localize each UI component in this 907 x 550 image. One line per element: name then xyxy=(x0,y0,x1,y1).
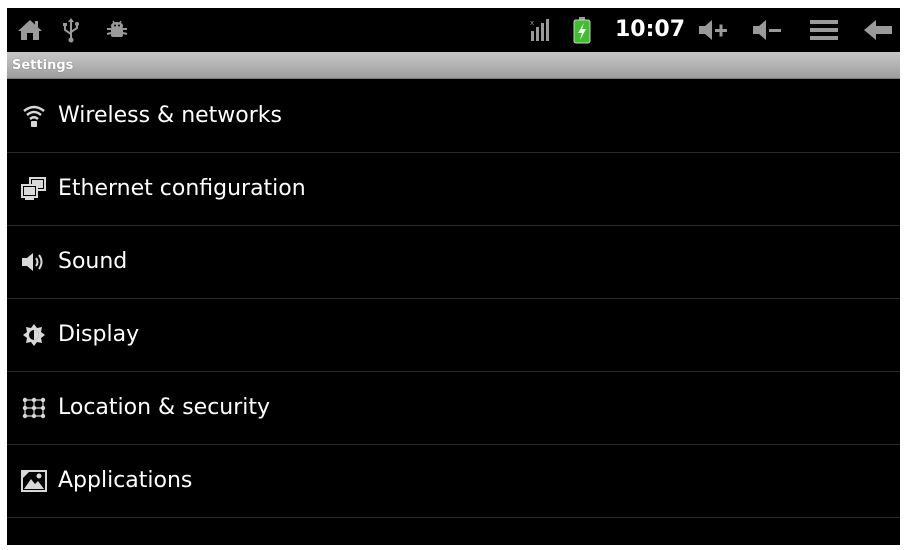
settings-item-label: Location & security xyxy=(58,395,271,420)
volume-up-icon[interactable] xyxy=(695,8,731,52)
volume-down-icon[interactable] xyxy=(749,8,785,52)
brightness-icon xyxy=(17,299,51,371)
settings-item-label: Wireless & networks xyxy=(58,103,282,128)
partial-item-icon xyxy=(17,518,51,545)
settings-list: Wireless & networks Ethernet configurati… xyxy=(7,80,900,545)
settings-item-label: Display xyxy=(58,322,140,347)
android-debug-icon xyxy=(103,8,131,52)
settings-item-label: Ethernet configuration xyxy=(58,176,306,201)
settings-item-partial[interactable] xyxy=(7,518,900,545)
settings-item-wireless[interactable]: Wireless & networks xyxy=(7,80,900,153)
settings-item-sound[interactable]: Sound xyxy=(7,226,900,299)
settings-item-display[interactable]: Display xyxy=(7,299,900,372)
title-bar: Settings xyxy=(7,52,900,79)
svg-text:x: x xyxy=(530,19,534,27)
home-icon[interactable] xyxy=(13,8,47,52)
back-icon[interactable] xyxy=(861,8,895,52)
applications-icon xyxy=(17,445,51,517)
status-bar: x 10:07 xyxy=(7,8,900,52)
ethernet-icon xyxy=(17,153,51,225)
usb-icon xyxy=(59,8,83,52)
battery-charging-icon xyxy=(569,8,595,52)
speaker-icon xyxy=(17,226,51,298)
signal-icon: x xyxy=(527,8,555,52)
settings-item-ethernet[interactable]: Ethernet configuration xyxy=(7,153,900,226)
android-screen: x 10:07 Settings Wireless & networks Eth… xyxy=(7,8,900,545)
settings-item-label: Applications xyxy=(58,468,193,493)
settings-item-label: Sound xyxy=(58,249,128,274)
location-grid-icon xyxy=(17,372,51,444)
page-title: Settings xyxy=(12,58,74,73)
wifi-icon xyxy=(17,80,51,152)
settings-item-location-security[interactable]: Location & security xyxy=(7,372,900,445)
settings-item-applications[interactable]: Applications xyxy=(7,445,900,518)
menu-icon[interactable] xyxy=(807,8,841,52)
clock: 10:07 xyxy=(615,17,686,42)
